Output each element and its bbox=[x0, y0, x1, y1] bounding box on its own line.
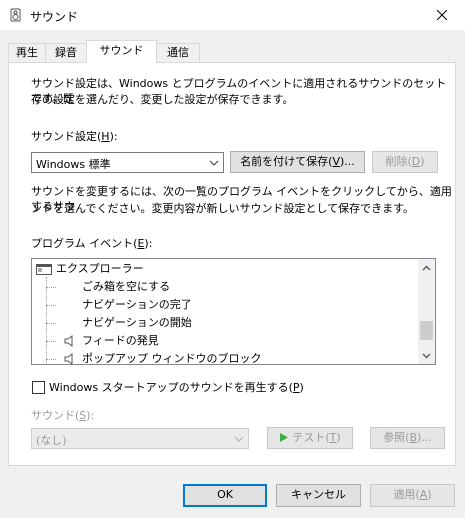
tree-line bbox=[46, 277, 47, 364]
instructions-line-2: ンドを選んでください。変更内容が新しいサウンド設定として保存できます。 bbox=[31, 202, 415, 215]
tree-branch bbox=[46, 305, 56, 306]
tree-branch bbox=[46, 287, 56, 288]
list-item-label: ポップアップ ウィンドウのブロック bbox=[82, 352, 262, 365]
events-label: プログラム イベント(E): bbox=[31, 237, 153, 250]
speaker-icon bbox=[64, 353, 73, 364]
tab-communications[interactable]: 通信 bbox=[156, 43, 200, 62]
tree-branch bbox=[46, 359, 56, 360]
scroll-down-button[interactable] bbox=[418, 347, 435, 364]
chevron-down-icon bbox=[234, 436, 244, 442]
browse-button[interactable]: 参照(B)... bbox=[370, 427, 445, 449]
window-title: サウンド bbox=[30, 10, 79, 24]
window-icon bbox=[36, 264, 52, 275]
tab-sounds[interactable]: サウンド bbox=[86, 40, 157, 63]
program-events-list[interactable]: エクスプローラー ごみ箱を空にする ナビゲーションの完了 ナビゲーションの開始 … bbox=[31, 258, 436, 365]
sound-value: (なし) bbox=[36, 434, 67, 447]
tree-branch bbox=[46, 323, 56, 324]
list-scrollbar[interactable] bbox=[418, 259, 435, 364]
intro-line-2: 存の設定を選んだり、変更した設定が保存できます。 bbox=[31, 93, 294, 106]
speaker-icon bbox=[64, 335, 73, 347]
list-item[interactable]: ナビゲーションの完了 bbox=[82, 296, 192, 314]
list-item-label: ナビゲーションの完了 bbox=[82, 298, 192, 311]
list-item-label: ナビゲーションの開始 bbox=[82, 316, 192, 329]
list-item[interactable]: ごみ箱を空にする bbox=[82, 278, 170, 296]
ok-button[interactable]: OK bbox=[183, 484, 267, 507]
startup-sound-checkbox[interactable] bbox=[32, 381, 45, 394]
play-icon bbox=[280, 433, 289, 442]
startup-sound-label[interactable]: Windows スタートアップのサウンドを再生する(P) bbox=[49, 380, 304, 395]
chevron-up-icon bbox=[422, 264, 431, 271]
close-button[interactable] bbox=[419, 0, 465, 30]
tab-recording[interactable]: 録音 bbox=[45, 43, 87, 62]
scroll-up-button[interactable] bbox=[418, 259, 435, 276]
title-bar: サウンド bbox=[0, 0, 465, 30]
save-as-button[interactable]: 名前を付けて保存(V)... bbox=[230, 151, 365, 173]
scroll-thumb[interactable] bbox=[420, 321, 433, 340]
apply-button[interactable]: 適用(A) bbox=[370, 484, 455, 507]
close-icon bbox=[437, 10, 447, 20]
sounds-label: サウンド(S): bbox=[31, 409, 95, 422]
scheme-value: Windows 標準 bbox=[36, 158, 111, 171]
list-item-label: ごみ箱を空にする bbox=[82, 280, 171, 293]
chevron-down-icon bbox=[209, 160, 219, 166]
list-item-label: エクスプローラー bbox=[56, 262, 144, 275]
sound-dropdown[interactable]: (なし) bbox=[31, 428, 249, 449]
tree-branch bbox=[46, 341, 56, 342]
delete-button[interactable]: 削除(D) bbox=[372, 151, 438, 173]
sounds-panel: サウンド設定は、Windows とプログラムのイベントに適用されるサウンドのセッ… bbox=[8, 62, 456, 466]
test-button[interactable]: テスト(T) bbox=[267, 427, 353, 449]
list-item[interactable]: ナビゲーションの開始 bbox=[82, 314, 192, 332]
speaker-icon bbox=[10, 8, 21, 22]
cancel-button[interactable]: キャンセル bbox=[276, 484, 361, 507]
tab-playback[interactable]: 再生 bbox=[8, 43, 46, 62]
chevron-down-icon bbox=[422, 352, 431, 359]
scheme-dropdown[interactable]: Windows 標準 bbox=[31, 152, 224, 173]
list-item-label: フィードの発見 bbox=[82, 334, 159, 347]
scheme-label: サウンド設定(H): bbox=[31, 130, 118, 143]
